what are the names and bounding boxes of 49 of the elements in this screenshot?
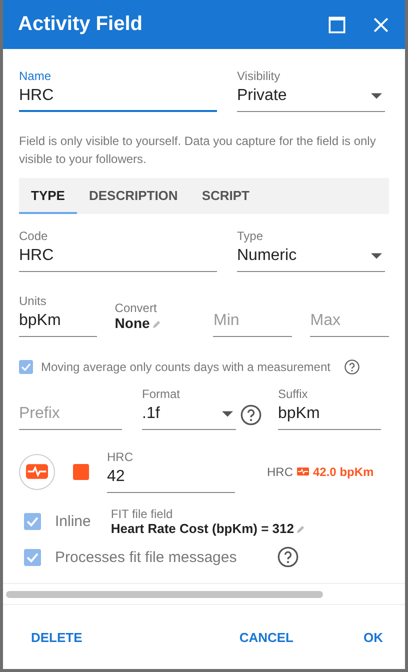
suffix-field[interactable]: bpKm [278,401,381,430]
help-icon[interactable] [240,404,262,426]
sample-value-field[interactable]: 42 [107,464,235,493]
field-label: Name [19,69,52,83]
visibility-dropdown[interactable]: Private [237,83,385,112]
caret-icon [222,411,233,417]
tab[interactable]: SCRIPT [190,178,262,214]
action-button[interactable]: CANCEL [229,622,304,652]
field-label: Type [237,229,264,243]
heartbeat-icon [297,467,309,476]
caret-icon [371,253,382,259]
name-field[interactable]: HRC [19,83,217,112]
pencil-icon[interactable] [296,525,305,534]
action-button[interactable]: OK [354,622,393,652]
sample-label: HRC [267,464,293,478]
max-field[interactable]: Max [310,308,390,337]
tab[interactable]: TYPE [19,178,77,214]
min-field[interactable]: Min [213,308,292,337]
window-title: Activity Field [18,13,144,36]
field-label: Format [142,387,182,401]
sample-value: 42.0 bpKm [313,464,374,478]
field-label: Units [19,294,48,308]
color-swatch[interactable] [73,464,89,480]
action-button[interactable]: DELETE [21,622,92,652]
units-field[interactable]: bpKm [19,308,97,337]
field-label: HRC [107,450,134,464]
code-field[interactable]: HRC [19,243,217,272]
convert-label: Convert [114,301,158,315]
prefix-field[interactable]: Prefix [19,401,122,430]
tab[interactable]: DESCRIPTION [76,178,190,214]
type-dropdown[interactable]: Numeric [237,243,385,272]
format-dropdown[interactable]: .1f [142,401,236,430]
field-label: Code [19,229,49,243]
field-label: Suffix [278,387,309,401]
visibility-note: Field is only visible to yourself. Data you capture for the field is only visible to your followers. [19,133,377,168]
checkbox-label: Processes fit file messages [55,548,237,566]
heartbeat-icon [26,464,48,479]
field-label: Visibility [237,69,282,83]
icon-picker-button[interactable] [19,454,55,490]
checkbox-label: Inline [55,513,91,530]
fit-label: FIT file field [110,507,174,521]
scrollbar[interactable] [6,590,323,598]
convert-value[interactable]: None [114,315,150,331]
caret-icon [371,93,382,99]
fit-value[interactable]: Heart Rate Cost (bpKm) = 312 [110,521,294,536]
checkbox-label: Moving average only counts days with a measurement [41,360,330,374]
help-icon[interactable] [276,546,299,568]
pencil-icon[interactable] [152,320,161,329]
help-icon[interactable] [344,359,360,375]
